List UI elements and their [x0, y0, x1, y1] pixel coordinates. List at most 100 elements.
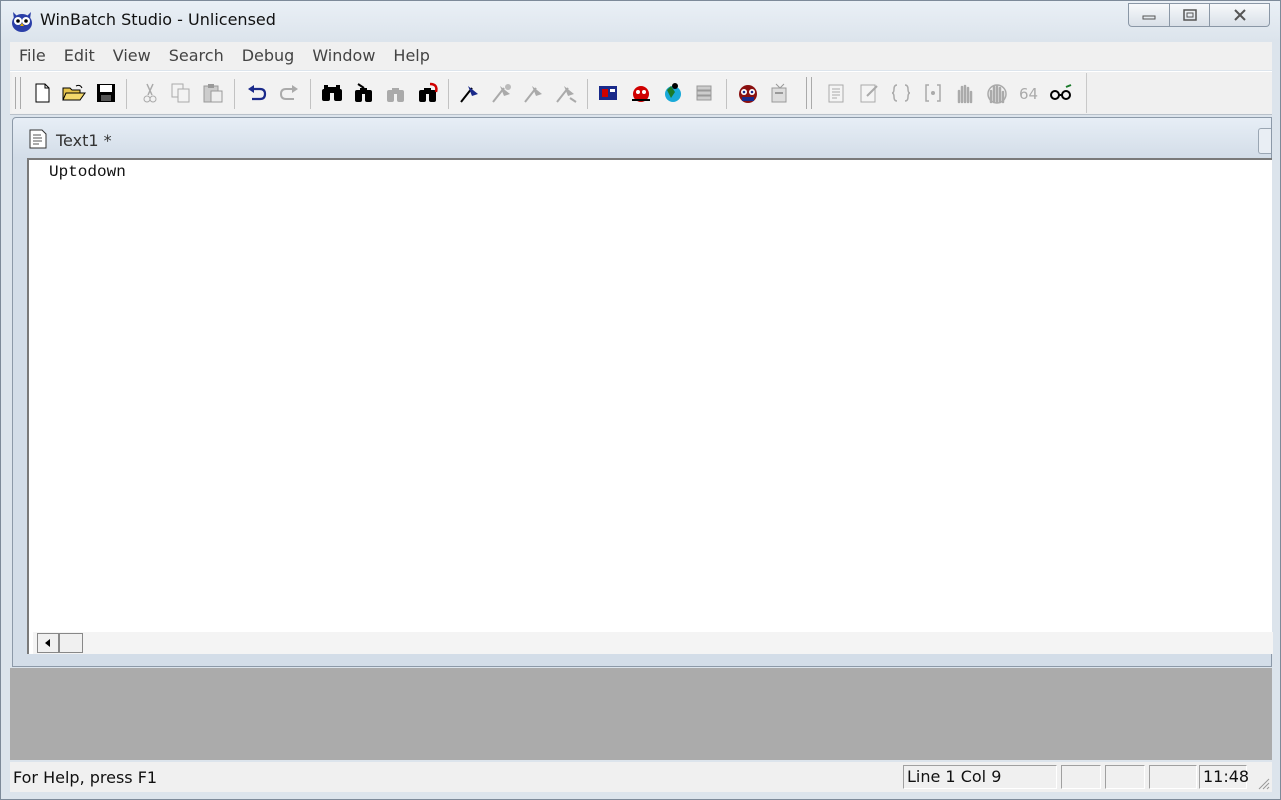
world-icon [665, 83, 681, 102]
hand-stop-button[interactable] [983, 79, 1011, 107]
restore-icon [1182, 9, 1197, 21]
editor-text[interactable]: Uptodown [49, 163, 126, 181]
cut-button[interactable] [136, 79, 164, 107]
status-time: 11:48 [1199, 765, 1249, 789]
status-position: Line 1 Col 9 [903, 765, 1057, 789]
doc-list-icon [828, 84, 844, 103]
status-pane-empty [1061, 765, 1101, 789]
app-window: WinBatch Studio - Unlicensed File Edit V… [0, 0, 1281, 800]
paste-icon [203, 84, 223, 103]
edit-doc-icon [860, 84, 878, 103]
toolbar-separator [126, 79, 127, 109]
brace-icon [891, 84, 911, 102]
cut-icon [143, 83, 157, 103]
step-over-icon [524, 86, 542, 103]
brace-button[interactable] [887, 79, 915, 107]
scroll-left-button[interactable] [37, 633, 59, 653]
menu-bar: File Edit View Search Debug Window Help [10, 42, 1272, 70]
open-file-button[interactable] [60, 79, 88, 107]
window-title: WinBatch Studio - Unlicensed [40, 10, 276, 29]
scroll-thumb[interactable] [59, 633, 83, 653]
toolbar: 64 [10, 71, 1272, 115]
hand-button[interactable] [951, 79, 979, 107]
owl-button[interactable] [734, 79, 762, 107]
breakpoint-icon [460, 86, 478, 103]
find-button[interactable] [318, 79, 346, 107]
menu-search[interactable]: Search [160, 42, 233, 70]
step-out-button[interactable] [552, 79, 580, 107]
undo-button[interactable] [243, 79, 271, 107]
copy-button[interactable] [167, 79, 195, 107]
glasses-icon [1050, 84, 1072, 100]
redo-icon [279, 85, 298, 100]
toolbar-separator [310, 79, 311, 109]
watch-button[interactable] [1047, 79, 1075, 107]
menu-view[interactable]: View [104, 42, 160, 70]
toolbar-band: 64 [12, 73, 1087, 113]
dialog-editor-icon [599, 86, 617, 100]
step-button[interactable] [488, 79, 516, 107]
redo-button[interactable] [275, 79, 303, 107]
hand-stop-icon [987, 84, 1007, 104]
stack-button[interactable] [691, 79, 719, 107]
properties-icon [771, 83, 787, 103]
close-button[interactable] [1210, 3, 1270, 27]
properties-button[interactable] [766, 79, 794, 107]
status-message: For Help, press F1 [13, 768, 158, 787]
toolbar-separator [234, 79, 235, 109]
editor-area[interactable]: Uptodown [27, 158, 1273, 654]
find-next-icon [355, 83, 372, 102]
replace-icon [419, 82, 438, 102]
toolbar-grip[interactable] [806, 77, 812, 109]
document-window: Text1 * Uptodown [12, 117, 1273, 667]
document-icon[interactable] [27, 128, 49, 150]
stack-icon [696, 85, 712, 101]
new-file-button[interactable] [28, 79, 56, 107]
find-previous-button[interactable] [382, 79, 410, 107]
dialog-editor-button[interactable] [595, 79, 623, 107]
step-over-button[interactable] [520, 79, 548, 107]
web-button[interactable] [659, 79, 687, 107]
toolbar-separator [587, 79, 588, 109]
save-icon [97, 84, 115, 102]
find-next-button[interactable] [350, 79, 378, 107]
restore-button[interactable] [1170, 3, 1210, 27]
status-pane-empty [1105, 765, 1145, 789]
menu-edit[interactable]: Edit [55, 42, 104, 70]
winbatch-owl-icon[interactable] [10, 9, 34, 33]
64-label: 64 [1019, 85, 1038, 103]
document-title: Text1 * [56, 131, 112, 150]
debug-bug-button[interactable] [627, 79, 655, 107]
64bit-button[interactable]: 64 [1015, 79, 1043, 107]
mdi-workspace [10, 668, 1272, 760]
bracket-button[interactable] [919, 79, 947, 107]
owl-icon [739, 85, 757, 103]
find-icon [322, 85, 342, 101]
bug-icon [632, 86, 650, 102]
document-window-controls[interactable] [1258, 128, 1271, 154]
toolbar-separator [448, 79, 449, 109]
resize-grip-icon[interactable] [1256, 776, 1270, 790]
minimize-icon [1142, 15, 1156, 20]
menu-debug[interactable]: Debug [233, 42, 304, 70]
horizontal-scrollbar[interactable] [33, 632, 1273, 654]
menu-file[interactable]: File [10, 42, 55, 70]
step-icon [492, 84, 511, 103]
menu-window[interactable]: Window [303, 42, 384, 70]
new-file-icon [35, 83, 50, 103]
replace-button[interactable] [414, 79, 442, 107]
status-bar: For Help, press F1 Line 1 Col 9 11:48 [10, 762, 1272, 792]
doc-list-button[interactable] [823, 79, 851, 107]
svg-text:64: 64 [1019, 85, 1038, 103]
paste-button[interactable] [199, 79, 227, 107]
open-folder-icon [62, 84, 86, 101]
save-button[interactable] [92, 79, 120, 107]
breakpoint-button[interactable] [456, 79, 484, 107]
minimize-button[interactable] [1128, 3, 1170, 27]
edit-doc-button[interactable] [855, 79, 883, 107]
find-prev-icon [387, 88, 404, 102]
title-bar[interactable]: WinBatch Studio - Unlicensed [1, 1, 1280, 41]
arrow-left-icon [45, 639, 50, 647]
menu-help[interactable]: Help [384, 42, 438, 70]
toolbar-grip[interactable] [15, 77, 21, 109]
